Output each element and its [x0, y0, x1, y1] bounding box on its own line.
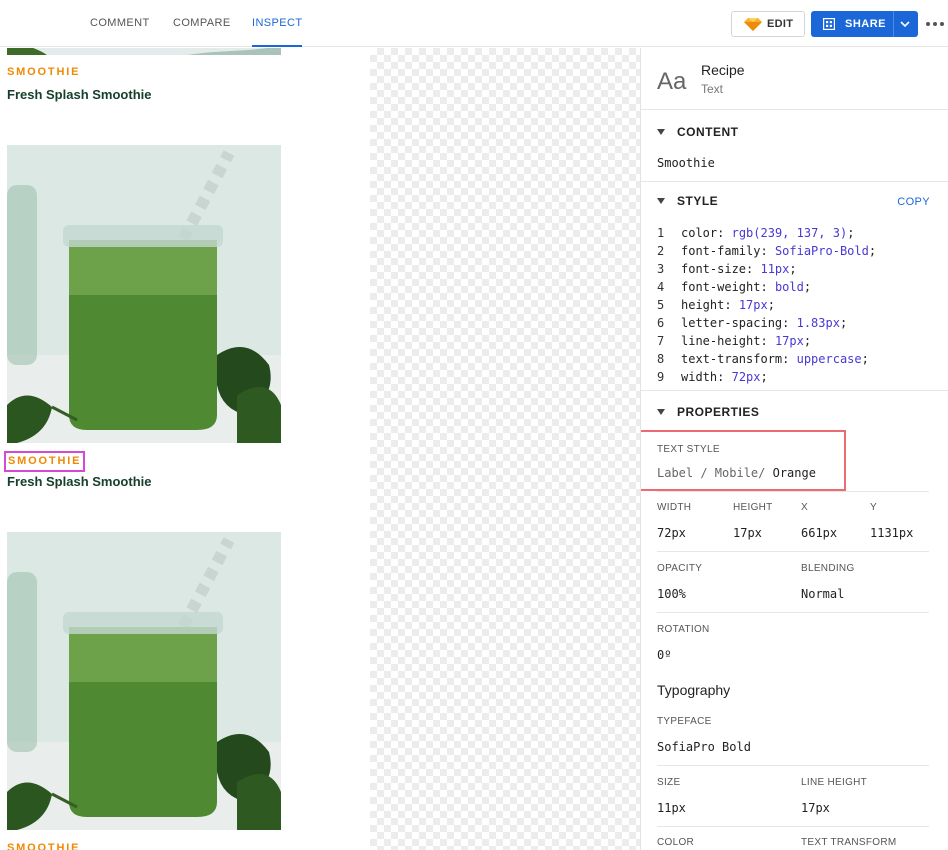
- text-style-highlight: [641, 430, 846, 491]
- opacity-value: 100%: [657, 587, 686, 601]
- css-code-block[interactable]: 1 color: rgb(239, 137, 3); 2 font-family: …: [657, 224, 876, 386]
- share-button-label: SHARE: [845, 18, 887, 30]
- tab-inspect[interactable]: INSPECT: [252, 0, 303, 47]
- divider: [657, 551, 929, 552]
- properties-section-title: PROPERTIES: [677, 405, 760, 419]
- y-label: Y: [870, 502, 877, 513]
- collapse-triangle-icon: [657, 409, 665, 415]
- typeface-value: SofiaPro Bold: [657, 740, 751, 754]
- code-line: 6 letter-spacing: 1.83px;: [657, 316, 848, 330]
- text-style-label: TEXT STYLE: [657, 444, 720, 455]
- divider: [641, 390, 948, 391]
- smoothie-image: [7, 145, 281, 443]
- copy-style-button[interactable]: COPY: [897, 196, 930, 208]
- style-section-header[interactable]: STYLE COPY: [641, 192, 948, 212]
- content-section-header[interactable]: CONTENT: [641, 123, 948, 143]
- width-label: WIDTH: [657, 502, 692, 513]
- card-category-label[interactable]: SMOOTHIE: [7, 840, 80, 850]
- layer-type: Text: [701, 82, 724, 96]
- rotation-value: 0º: [657, 648, 672, 662]
- code-line: 2 font-family: SofiaPro-Bold;: [657, 244, 877, 258]
- recipe-photo[interactable]: [7, 145, 281, 443]
- properties-section-header[interactable]: PROPERTIES: [641, 403, 948, 423]
- code-line: 3 font-size: 11px;: [657, 262, 797, 276]
- layer-name: Recipe: [701, 62, 745, 78]
- transparent-artboard-area: [370, 48, 640, 850]
- grid-building-icon: [823, 18, 835, 30]
- opacity-label: OPACITY: [657, 563, 703, 574]
- code-line: 4 font-weight: bold;: [657, 280, 812, 294]
- top-toolbar: COMMENT COMPARE INSPECT EDIT SHARE: [0, 0, 948, 47]
- divider: [657, 491, 929, 492]
- divider: [641, 181, 948, 182]
- height-label: HEIGHT: [733, 502, 773, 513]
- recipe-photo[interactable]: [7, 48, 281, 55]
- typography-heading: Typography: [657, 682, 731, 698]
- y-value: 1131px: [870, 526, 914, 540]
- text-transform-label: TEXT TRANSFORM: [801, 837, 897, 848]
- edit-button-label: EDIT: [767, 18, 794, 30]
- smoothie-image: [7, 532, 281, 830]
- share-button-divider: [893, 11, 894, 37]
- layer-header: Aa Recipe Text: [641, 48, 948, 110]
- card-category-label-selected[interactable]: SMOOTHIE: [3, 451, 86, 472]
- code-line: 5 height: 17px;: [657, 298, 775, 312]
- share-button[interactable]: SHARE: [811, 11, 918, 37]
- design-canvas[interactable]: SMOOTHIE Fresh Splash Smoothie SMOOTHIE …: [0, 48, 640, 850]
- card-title[interactable]: Fresh Splash Smoothie: [7, 86, 151, 103]
- recipe-photo[interactable]: [7, 532, 281, 830]
- blending-label: BLENDING: [801, 563, 855, 574]
- tab-comment[interactable]: COMMENT: [90, 0, 150, 47]
- code-line: 1 color: rgb(239, 137, 3);: [657, 226, 855, 240]
- text-style-value[interactable]: Label / Mobile/ Orange: [657, 466, 816, 480]
- color-label: COLOR: [657, 837, 695, 848]
- size-value: 11px: [657, 801, 686, 815]
- text-layer-icon: Aa: [657, 68, 687, 95]
- blending-value: Normal: [801, 587, 845, 601]
- divider: [657, 826, 929, 827]
- rotation-label: ROTATION: [657, 624, 710, 635]
- x-value: 661px: [801, 526, 838, 540]
- height-value: 17px: [733, 526, 762, 540]
- size-label: SIZE: [657, 777, 681, 788]
- style-section-title: STYLE: [677, 194, 719, 208]
- card-category-label[interactable]: SMOOTHIE: [7, 64, 80, 81]
- card-title[interactable]: Fresh Splash Smoothie: [7, 473, 151, 490]
- more-dots-icon[interactable]: [925, 21, 945, 27]
- smoothie-image: [7, 48, 281, 55]
- inspector-panel: Aa Recipe Text CONTENT Smoothie STYLE CO…: [640, 48, 948, 850]
- divider: [657, 612, 929, 613]
- typeface-label: TYPEFACE: [657, 716, 712, 727]
- chevron-down-icon[interactable]: [899, 20, 911, 28]
- tab-compare[interactable]: COMPARE: [173, 0, 231, 47]
- collapse-triangle-icon: [657, 198, 665, 204]
- divider: [657, 765, 929, 766]
- sketch-diamond-icon: [744, 18, 762, 31]
- collapse-triangle-icon: [657, 129, 665, 135]
- x-label: X: [801, 502, 808, 513]
- code-line: 9 width: 72px;: [657, 370, 768, 384]
- code-line: 8 text-transform: uppercase;: [657, 352, 869, 366]
- edit-button[interactable]: EDIT: [731, 11, 805, 37]
- line-height-label: LINE HEIGHT: [801, 777, 868, 788]
- width-value: 72px: [657, 526, 686, 540]
- content-section-title: CONTENT: [677, 125, 739, 139]
- code-line: 7 line-height: 17px;: [657, 334, 812, 348]
- content-value: Smoothie: [657, 156, 715, 170]
- line-height-value: 17px: [801, 801, 830, 815]
